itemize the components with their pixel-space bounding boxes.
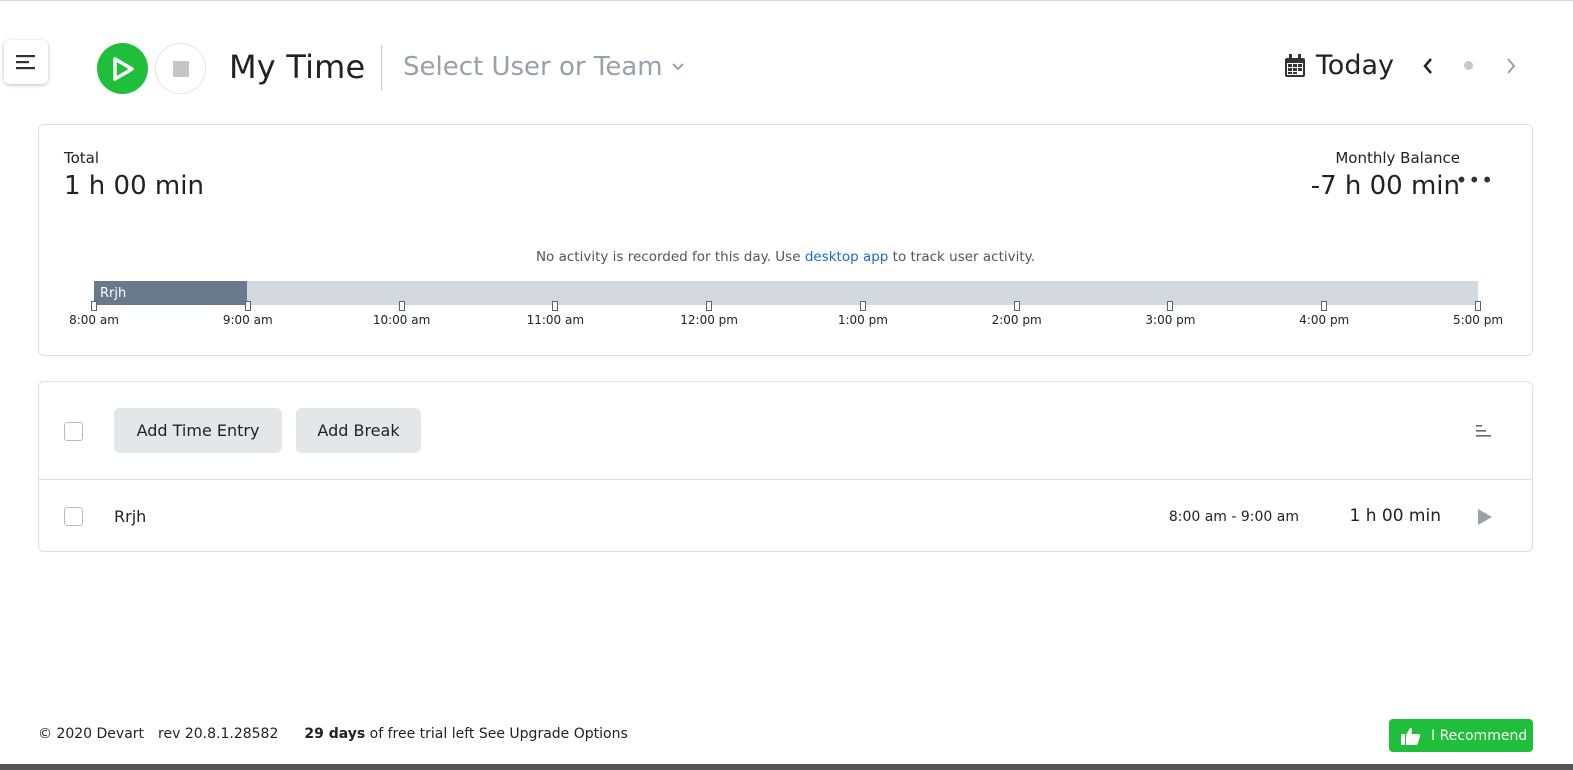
row-divider: [39, 479, 1532, 480]
footer: © 2020 Devart rev 20.8.1.28582 29 days of …: [38, 726, 628, 742]
entry-name[interactable]: Rrjh: [114, 507, 146, 526]
monthly-balance-value: -7 h 00 min: [1310, 171, 1460, 201]
user-team-select[interactable]: Select User or Team: [403, 52, 685, 82]
timeline-tick: [398, 301, 405, 311]
total-value: 1 h 00 min: [64, 171, 204, 201]
timeline-tick: [1475, 301, 1481, 311]
menu-button[interactable]: [4, 40, 48, 84]
timeline-tick-label: 11:00 am: [526, 313, 585, 327]
recommend-label: I Recommend: [1431, 727, 1528, 744]
timeline-tick: [706, 301, 713, 311]
play-icon: [112, 56, 134, 81]
summary-card: Total 1 h 00 min Monthly Balance -7 h 00…: [38, 124, 1533, 356]
menu-icon: [16, 55, 35, 70]
upgrade-link[interactable]: See Upgrade Options: [479, 726, 628, 742]
timeline-tick: [1321, 301, 1328, 311]
recommend-button[interactable]: I Recommend: [1389, 719, 1533, 752]
timeline-tick-label: 12:00 pm: [680, 313, 738, 327]
trial-info: 29 days of free trial left See Upgrade O…: [304, 726, 627, 742]
window-top-border: [0, 0, 1573, 4]
entry-time-range: 8:00 am - 9:00 am: [1168, 509, 1299, 525]
add-break-button[interactable]: Add Break: [296, 408, 421, 453]
chevron-left-icon[interactable]: [1422, 57, 1434, 75]
timeline-tick-label: 10:00 am: [372, 313, 431, 327]
activity-note-suffix: to track user activity.: [888, 249, 1036, 265]
stop-timer-button[interactable]: [155, 43, 206, 94]
add-time-entry-button[interactable]: Add Time Entry: [114, 408, 282, 453]
entry-checkbox[interactable]: [64, 507, 83, 526]
timeline-tick-label: 3:00 pm: [1145, 313, 1196, 327]
timeline-tick: [552, 301, 559, 311]
today-dot-button[interactable]: [1464, 61, 1473, 70]
select-all-checkbox[interactable]: [64, 422, 83, 441]
timeline-tick: [1013, 301, 1020, 311]
date-label[interactable]: Today: [1316, 50, 1394, 81]
timeline-track: Rrjh: [91, 281, 1481, 311]
start-timer-button[interactable]: [97, 43, 148, 94]
calendar-icon[interactable]: [1284, 53, 1306, 78]
timeline-tick: [1167, 301, 1174, 311]
user-team-select-label: Select User or Team: [403, 52, 663, 82]
activity-note-prefix: No activity is recorded for this day. Us…: [535, 249, 805, 265]
timeline-tick: [244, 301, 251, 311]
more-icon[interactable]: •••: [1456, 170, 1494, 190]
thumbs-up-icon: [1401, 727, 1421, 745]
activity-note: No activity is recorded for this day. Us…: [39, 249, 1532, 265]
trial-text: of free trial left: [365, 726, 479, 742]
copyright: © 2020 Devart: [38, 726, 145, 742]
chevron-right-icon[interactable]: [1505, 57, 1517, 75]
entries-card: Add Time Entry Add Break Rrjh 8:00 am - …: [38, 381, 1533, 552]
timeline-tick-label: 4:00 pm: [1299, 313, 1350, 327]
timeline-tick-label: 2:00 pm: [991, 313, 1042, 327]
desktop-app-link[interactable]: desktop app: [805, 249, 889, 265]
sort-icon[interactable]: [1476, 425, 1492, 437]
timeline-tick-label: 9:00 am: [222, 313, 273, 327]
chevron-down-icon: [671, 63, 684, 71]
timeline-entry[interactable]: Rrjh: [94, 281, 247, 305]
title-divider: [381, 45, 382, 90]
timeline-tick-label: 8:00 am: [69, 313, 119, 327]
monthly-balance-label: Monthly Balance: [1335, 149, 1460, 167]
play-icon[interactable]: [1477, 508, 1493, 526]
timeline-tick-label: 1:00 pm: [837, 313, 888, 327]
stop-icon: [172, 60, 189, 77]
revision: rev 20.8.1.28582: [158, 726, 279, 742]
date-navigation: Today: [1284, 50, 1517, 81]
timeline-tick-label: 5:00 pm: [1452, 313, 1504, 327]
total-label: Total: [64, 149, 100, 167]
entry-duration: 1 h 00 min: [1349, 506, 1442, 526]
timeline-tick: [859, 301, 866, 311]
page-title: My Time: [229, 48, 366, 86]
trial-days: 29 days: [304, 726, 366, 742]
window-bottom-border: [0, 764, 1573, 770]
timeline-tick: [91, 301, 97, 311]
